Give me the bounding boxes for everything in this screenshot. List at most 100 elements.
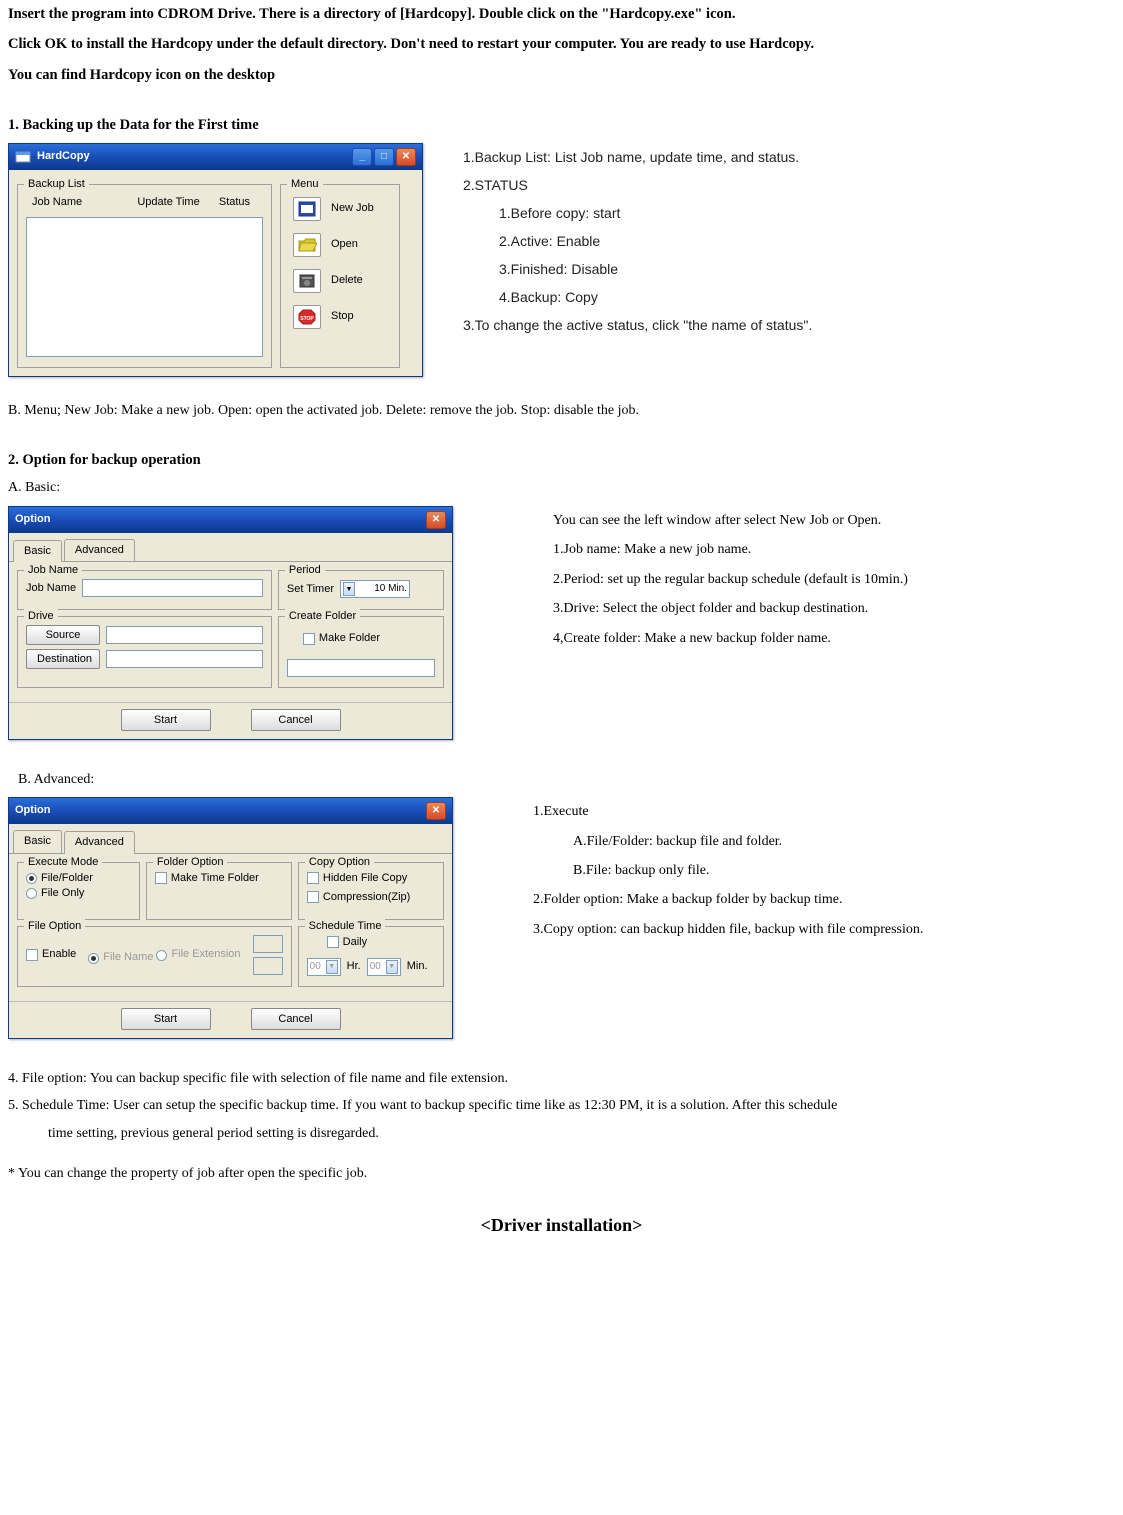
hidden-checkbox[interactable]: Hidden File Copy (307, 871, 407, 886)
menu-new-job[interactable]: New Job (289, 191, 391, 227)
makefolder-input[interactable] (287, 659, 435, 677)
tab-advanced[interactable]: Advanced (64, 539, 135, 561)
svg-text:STOP: STOP (300, 316, 314, 322)
s3-p2: 5. Schedule Time: User can setup the spe… (8, 1096, 1115, 1116)
s3-p1: 4. File option: You can backup specific … (8, 1069, 1115, 1089)
checkbox-icon (307, 872, 319, 884)
set-timer-label: Set Timer (287, 579, 334, 599)
start-button[interactable]: Start (121, 709, 211, 731)
col-jobname: Job Name (32, 195, 127, 210)
hr-label: Hr. (347, 959, 361, 974)
annot-status-1: 1.Before copy: start (499, 199, 812, 227)
tab-basic-2[interactable]: Basic (13, 830, 62, 852)
delete-icon (293, 269, 321, 293)
timer-select[interactable]: ▼ 10 Min. (340, 580, 410, 598)
driver-install-heading: <Driver installation> (8, 1213, 1115, 1238)
s3-p2b: time setting, previous general period se… (48, 1124, 1115, 1144)
drive-group: Drive Source Destination (17, 616, 272, 687)
makefolder-label: Make Folder (319, 631, 380, 646)
s1-heading: 1. Backing up the Data for the First tim… (8, 115, 1115, 135)
radio-filename-label: File Name (103, 950, 153, 965)
option-window-basic: Option ✕ Basic Advanced Job Name Job Nam… (8, 506, 453, 739)
cancel-button[interactable]: Cancel (251, 709, 341, 731)
s2-heading: 2. Option for backup operation (8, 450, 1115, 470)
backup-list-area[interactable] (26, 217, 263, 357)
chevron-down-icon: ▼ (386, 960, 398, 974)
annot-backuplist: 1.Backup List: List Job name, update tim… (463, 143, 812, 171)
checkbox-icon (303, 633, 315, 645)
basic-annot: You can see the left window after select… (553, 506, 908, 653)
hardcopy-titlebar: HardCopy _ □ ✕ (9, 144, 422, 170)
tab-basic[interactable]: Basic (13, 540, 62, 562)
annot-status-3: 3.Finished: Disable (499, 255, 812, 283)
daily-checkbox[interactable]: Daily (327, 935, 367, 950)
col-status: Status (219, 195, 257, 210)
menu-open-label: Open (331, 237, 358, 252)
enable-checkbox[interactable]: Enable (26, 947, 76, 962)
jobname-legend: Job Name (24, 563, 82, 578)
option-close-button[interactable]: ✕ (426, 511, 446, 529)
backup-list-legend: Backup List (24, 177, 89, 192)
destination-button[interactable]: Destination (26, 649, 100, 669)
adv-annot-2: 2.Folder option: Make a backup folder by… (533, 885, 923, 914)
radio-filefolder[interactable]: File/Folder (26, 871, 93, 886)
radio-on-icon (88, 953, 99, 964)
menu-new-job-label: New Job (331, 201, 374, 216)
source-input[interactable] (106, 626, 263, 644)
hardcopy-title: HardCopy (37, 149, 90, 164)
jobname-group: Job Name Job Name (17, 570, 272, 610)
fileext-input (253, 957, 283, 975)
option-adv-title: Option (15, 803, 50, 818)
s1-annotations: 1.Backup List: List Job name, update tim… (463, 143, 812, 339)
annot-status: 2.STATUS (463, 171, 812, 199)
option-adv-titlebar: Option ✕ (9, 798, 452, 824)
checkbox-icon (307, 891, 319, 903)
jobname-input[interactable] (82, 579, 263, 597)
radio-fileext: File Extension (156, 947, 240, 962)
backup-list-group: Backup List Job Name Update Time Status (17, 184, 272, 367)
menu-delete[interactable]: Delete (289, 263, 391, 299)
option-adv-close-button[interactable]: ✕ (426, 802, 446, 820)
createfolder-legend: Create Folder (285, 609, 360, 624)
adv-annot-1b: B.File: backup only file. (573, 856, 923, 885)
adv-cancel-button[interactable]: Cancel (251, 1008, 341, 1030)
close-button[interactable]: ✕ (396, 148, 416, 166)
sched-legend: Schedule Time (305, 919, 386, 934)
radio-fileext-label: File Extension (171, 947, 240, 962)
option-titlebar: Option ✕ (9, 507, 452, 533)
makefolder-checkbox[interactable]: Make Folder (303, 631, 380, 646)
radio-fileonly[interactable]: File Only (26, 886, 84, 901)
option-window-advanced: Option ✕ Basic Advanced Execute Mode Fil… (8, 797, 453, 1039)
sched-group: Schedule Time Daily 00▼ Hr. 00▼ Min. (298, 926, 444, 987)
menu-legend: Menu (287, 177, 323, 192)
basic-label: A. Basic: (8, 478, 1115, 498)
checkbox-icon (26, 949, 38, 961)
menu-group: Menu New Job Open Delete STOP Stop (280, 184, 400, 367)
adv-start-button[interactable]: Start (121, 1008, 211, 1030)
menu-stop[interactable]: STOP Stop (289, 299, 391, 335)
min-label: Min. (407, 959, 428, 974)
destination-input[interactable] (106, 650, 263, 668)
fileopt-group: File Option Enable File Name File Extens… (17, 926, 292, 987)
adv-annot-1: 1.Execute (533, 797, 923, 826)
source-button[interactable]: Source (26, 625, 100, 645)
hidden-label: Hidden File Copy (323, 871, 407, 886)
menu-open[interactable]: Open (289, 227, 391, 263)
basic-annot-2: 2.Period: set up the regular backup sche… (553, 565, 908, 594)
min-value: 00 (370, 960, 381, 974)
radio-filefolder-label: File/Folder (41, 871, 93, 886)
radio-off-icon (26, 888, 37, 899)
chevron-down-icon: ▼ (326, 960, 338, 974)
adv-annot-1a: A.File/Folder: backup file and folder. (573, 827, 923, 856)
copyopt-group: Copy Option Hidden File Copy Compression… (298, 862, 444, 920)
menu-desc: B. Menu; New Job: Make a new job. Open: … (8, 401, 1115, 421)
maketime-checkbox[interactable]: Make Time Folder (155, 871, 259, 886)
app-icon (15, 150, 31, 164)
zip-checkbox[interactable]: Compression(Zip) (307, 890, 410, 905)
minimize-button[interactable]: _ (352, 148, 372, 166)
menu-delete-label: Delete (331, 273, 363, 288)
hr-select: 00▼ (307, 958, 341, 976)
tab-advanced-2[interactable]: Advanced (64, 831, 135, 853)
maximize-button[interactable]: □ (374, 148, 394, 166)
annot-status-4: 4.Backup: Copy (499, 283, 812, 311)
